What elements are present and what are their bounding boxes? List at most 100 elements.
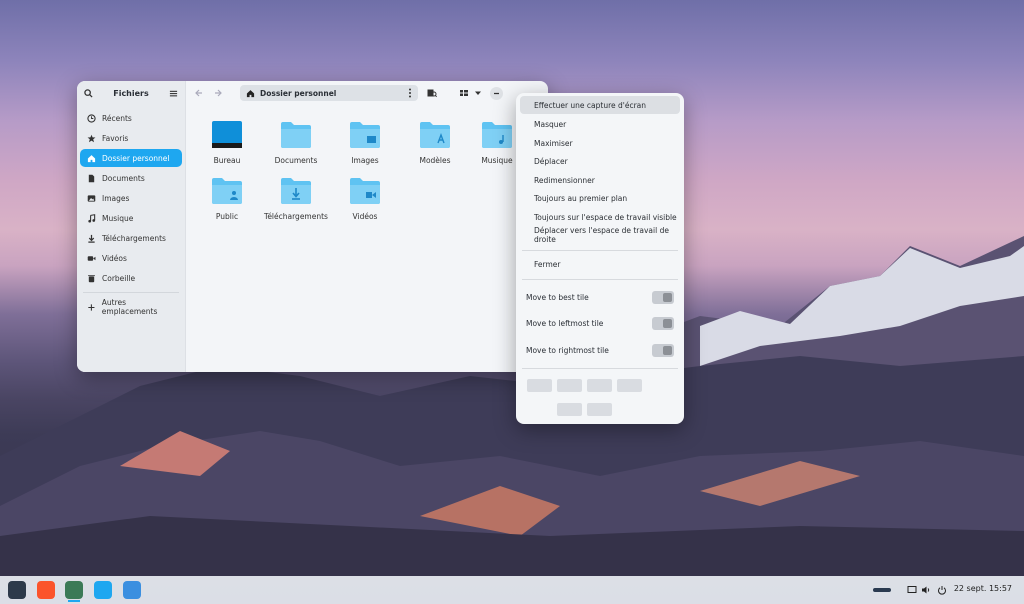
- document-icon: [88, 174, 95, 182]
- file-item-label: Téléchargements: [264, 212, 328, 221]
- sidebar-divider: [83, 292, 179, 293]
- toggle-leftmost-tile[interactable]: Move to leftmost tile: [526, 314, 674, 332]
- kebab-menu-icon[interactable]: [408, 88, 412, 98]
- tile-layout-halves[interactable]: [527, 379, 552, 392]
- minimize-button[interactable]: [490, 87, 503, 100]
- menu-item-always-on-top[interactable]: Toujours au premier plan: [520, 189, 680, 207]
- files-app-icon[interactable]: [65, 581, 83, 599]
- sidebar-item-label: Autres emplacements: [101, 298, 158, 316]
- pictures-folder-icon: [350, 122, 380, 148]
- search-folder-icon[interactable]: [427, 88, 437, 98]
- file-item-label: Images: [351, 156, 379, 165]
- image-icon: [87, 194, 96, 202]
- sidebar-item-music[interactable]: Musique: [80, 209, 182, 227]
- sidebar-item-recents[interactable]: Récents: [80, 109, 182, 127]
- path-label: Dossier personnel: [260, 88, 337, 98]
- forward-arrow-icon[interactable]: [214, 88, 224, 98]
- volume-icon[interactable]: [921, 585, 931, 595]
- video-icon: [87, 255, 96, 261]
- software-store-icon[interactable]: [94, 581, 112, 599]
- sidebar-item-downloads[interactable]: Téléchargements: [80, 229, 182, 247]
- sidebar-item-label: Documents: [102, 173, 145, 183]
- back-arrow-icon[interactable]: [193, 88, 203, 98]
- files-window[interactable]: Fichiers Récents Favoris Dossier personn…: [77, 81, 548, 372]
- zorin-connect-icon[interactable]: [123, 581, 141, 599]
- file-item-label: Musique: [481, 156, 513, 165]
- folder-icon: [281, 122, 311, 148]
- search-icon[interactable]: [84, 88, 93, 98]
- tile-layout-columns[interactable]: [617, 379, 642, 392]
- sidebar-item-videos[interactable]: Vidéos: [80, 249, 182, 267]
- tile-layout-grid[interactable]: [557, 403, 582, 416]
- file-item-label: Vidéos: [352, 212, 378, 221]
- menu-item-move-right-workspace[interactable]: Déplacer vers l'espace de travail de dro…: [520, 226, 680, 244]
- app-title: Fichiers: [113, 88, 149, 98]
- file-item-videos[interactable]: Vidéos: [333, 177, 397, 221]
- path-bar[interactable]: Dossier personnel: [240, 85, 418, 101]
- window-context-menu: Effectuer une capture d'écran Masquer Ma…: [516, 93, 684, 424]
- menu-divider: [522, 279, 678, 280]
- zorin-menu-icon[interactable]: [8, 581, 26, 599]
- battery-indicator[interactable]: [873, 588, 891, 592]
- videos-folder-icon: [350, 178, 380, 204]
- file-item-bureau[interactable]: Bureau: [195, 121, 259, 165]
- menu-item-screenshot[interactable]: Effectuer une capture d'écran: [520, 96, 680, 114]
- sidebar-item-label: Images: [102, 193, 130, 203]
- sidebar-item-images[interactable]: Images: [80, 189, 182, 207]
- home-icon: [87, 154, 96, 162]
- trash-icon: [88, 274, 95, 282]
- menu-item-close[interactable]: Fermer: [520, 255, 680, 273]
- clock[interactable]: 22 sept. 15:57: [954, 584, 1012, 593]
- menu-item-always-visible-workspace[interactable]: Toujours sur l'espace de travail visible: [520, 208, 680, 226]
- home-icon: [246, 89, 255, 97]
- desktop-folder-icon: [212, 121, 242, 148]
- chevron-down-icon[interactable]: [473, 88, 483, 98]
- download-icon: [88, 234, 95, 243]
- sidebar-item-label: Dossier personnel: [102, 153, 170, 163]
- tile-layout-thirds[interactable]: [587, 379, 612, 392]
- sidebar-item-label: Musique: [102, 213, 134, 223]
- sidebar-item-label: Récents: [102, 113, 132, 123]
- toggle-switch[interactable]: [652, 290, 674, 304]
- toggle-switch[interactable]: [652, 343, 674, 357]
- tile-layout-mixed[interactable]: [587, 403, 612, 416]
- list-view-icon[interactable]: [459, 88, 469, 98]
- sidebar-item-trash[interactable]: Corbeille: [80, 269, 182, 287]
- toggle-switch[interactable]: [652, 316, 674, 330]
- active-app-indicator: [68, 600, 80, 602]
- menu-divider: [522, 368, 678, 369]
- menu-icon[interactable]: [169, 89, 178, 98]
- file-item-public[interactable]: Public: [195, 177, 259, 221]
- sidebar-item-home[interactable]: Dossier personnel: [80, 149, 182, 167]
- file-item-images[interactable]: Images: [333, 121, 397, 165]
- sidebar-item-other-locations[interactable]: Autres emplacements: [80, 298, 182, 316]
- sidebar-item-favorites[interactable]: Favoris: [80, 129, 182, 147]
- screen-icon[interactable]: [907, 585, 917, 595]
- file-item-downloads[interactable]: Téléchargements: [264, 177, 328, 221]
- menu-item-hide[interactable]: Masquer: [520, 115, 680, 133]
- clock-icon: [87, 113, 96, 123]
- brave-browser-icon[interactable]: [37, 581, 55, 599]
- file-item-documents[interactable]: Documents: [264, 121, 328, 165]
- music-folder-icon: [482, 122, 512, 148]
- file-item-label: Public: [215, 212, 239, 221]
- sidebar-item-documents[interactable]: Documents: [80, 169, 182, 187]
- file-item-music[interactable]: Musique: [472, 121, 522, 165]
- toggle-rightmost-tile[interactable]: Move to rightmost tile: [526, 341, 674, 359]
- toggle-label: Move to best tile: [526, 292, 589, 302]
- tile-layout-quarters[interactable]: [557, 379, 582, 392]
- toggle-best-tile[interactable]: Move to best tile: [526, 288, 674, 306]
- file-item-models[interactable]: Modèles: [403, 121, 467, 165]
- sidebar-header: Fichiers: [77, 81, 185, 105]
- menu-item-maximize[interactable]: Maximiser: [520, 134, 680, 152]
- minimize-icon: [494, 92, 499, 95]
- menu-item-resize[interactable]: Redimensionner: [520, 171, 680, 189]
- music-icon: [88, 213, 96, 223]
- plus-icon: [88, 303, 95, 311]
- menu-item-move[interactable]: Déplacer: [520, 152, 680, 170]
- menu-divider: [522, 250, 678, 251]
- toggle-label: Move to leftmost tile: [526, 318, 604, 328]
- file-item-label: Documents: [274, 156, 318, 165]
- power-icon[interactable]: [937, 585, 947, 595]
- sidebar-item-label: Vidéos: [102, 253, 127, 263]
